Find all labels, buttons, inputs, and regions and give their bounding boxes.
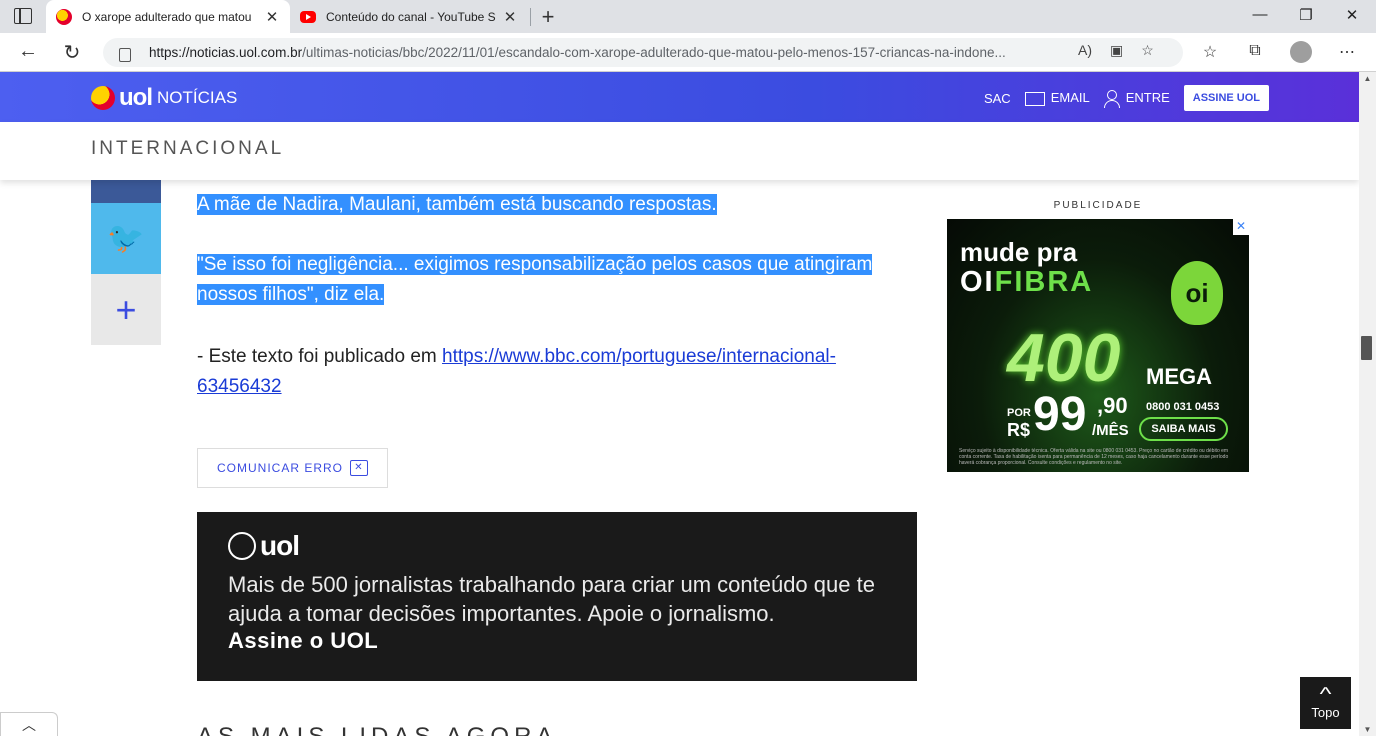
login-label: ENTRE xyxy=(1125,89,1170,105)
back-to-top-label: Topo xyxy=(1311,705,1340,720)
plus-icon: + xyxy=(115,288,137,330)
report-error-button[interactable]: COMUNICAR ERRO ✕ xyxy=(197,448,388,488)
ad-cta-button[interactable]: SAIBA MAIS xyxy=(1139,417,1228,441)
ad-headline: mude pra xyxy=(960,237,1078,267)
section-name: NOTÍCIAS xyxy=(157,88,238,107)
chevron-up-icon[interactable]: ︿ xyxy=(0,712,58,736)
tab-youtube-studio[interactable]: Conteúdo do canal - YouTube St ✕ xyxy=(290,0,528,33)
lock-icon xyxy=(119,47,131,62)
url-path: /ultimas-noticias/bbc/2022/11/01/escanda… xyxy=(302,45,1006,60)
uol-wordmark: uol xyxy=(119,84,153,111)
back-icon[interactable]: ← xyxy=(14,40,42,63)
tab-separator xyxy=(530,8,531,26)
selected-text: A mãe de Nadira, Maulani, também está bu… xyxy=(197,194,717,215)
category-bar: INTERNACIONAL xyxy=(0,122,1359,180)
uol-favicon-icon xyxy=(56,8,72,25)
header-actions: SAC EMAIL ENTRE ASSINE UOL xyxy=(984,85,1269,111)
email-label: EMAIL xyxy=(1050,90,1090,106)
uol-logo[interactable]: uol NOTÍCIAS xyxy=(91,84,237,112)
selected-text: "Se isso foi negligência... exigimos res… xyxy=(197,254,873,305)
article-paragraph: A mãe de Nadira, Maulani, também está bu… xyxy=(197,190,897,220)
tab-title: Conteúdo do canal - YouTube St xyxy=(326,9,496,24)
collections-icon[interactable]: ⧉ xyxy=(1244,42,1266,60)
report-icon: ✕ xyxy=(350,460,368,476)
tab-uol-article[interactable]: O xarope adulterado que matou ✕ xyxy=(46,0,290,33)
minimize-icon[interactable]: — xyxy=(1237,6,1283,23)
oi-logo-icon: oi xyxy=(1171,261,1223,325)
youtube-favicon-icon xyxy=(300,10,316,23)
ad-por: POR xyxy=(1007,407,1031,419)
source-prefix: - Este texto foi publicado em xyxy=(197,346,443,367)
tab-title: O xarope adulterado que matou xyxy=(82,9,252,24)
close-tab-icon[interactable]: ✕ xyxy=(502,8,518,26)
ad-mega: MEGA xyxy=(1146,364,1212,389)
uol-header: uol NOTÍCIAS SAC EMAIL ENTRE ASSINE UOL xyxy=(0,72,1359,122)
maximize-icon[interactable]: ❐ xyxy=(1283,6,1329,24)
ad-fine-print: Serviço sujeito à disponibilidade técnic… xyxy=(959,448,1229,466)
ad-brand-line: OIFIBRA xyxy=(960,266,1093,299)
sac-link[interactable]: SAC xyxy=(984,91,1011,106)
uol-subscription-banner[interactable]: uol Mais de 500 jornalistas trabalhando … xyxy=(197,512,917,681)
article-source: - Este texto foi publicado em https://ww… xyxy=(197,342,897,402)
article-paragraph: "Se isso foi negligência... exigimos res… xyxy=(197,250,897,310)
twitter-icon: 🐦 xyxy=(107,222,145,255)
ad-speed: 400 xyxy=(1007,320,1121,396)
report-error-label: COMUNICAR ERRO xyxy=(216,461,343,475)
most-read-heading: AS MAIS LIDAS AGORA xyxy=(197,723,557,736)
url-field[interactable]: https://noticias.uol.com.br/ultimas-noti… xyxy=(103,38,1183,67)
login-link[interactable]: ENTRE xyxy=(1103,89,1170,109)
ad-phone: 0800 031 0453 xyxy=(1146,401,1220,413)
uol-ball-icon xyxy=(91,86,115,110)
add-favorite-icon[interactable]: ☆ xyxy=(1141,42,1154,59)
url-host: https://noticias.uol.com.br xyxy=(149,45,303,60)
category-title[interactable]: INTERNACIONAL xyxy=(91,138,284,160)
ad-price-int: 99 xyxy=(1033,388,1087,441)
ad-close-icon[interactable]: ✕ xyxy=(1233,219,1249,235)
twitter-share-button[interactable]: 🐦 xyxy=(91,203,161,274)
address-toolbar: ← ↻ https://noticias.uol.com.br/ultimas-… xyxy=(0,33,1376,72)
ad-per-month: /MÊS xyxy=(1092,422,1129,439)
immersive-reader-icon[interactable]: ▣ xyxy=(1110,42,1123,59)
subscribe-button[interactable]: ASSINE UOL xyxy=(1183,85,1269,111)
ad-currency: R$ xyxy=(1007,420,1031,440)
close-window-icon[interactable]: ✕ xyxy=(1329,6,1375,24)
ad-brand-oi: OI xyxy=(960,266,995,298)
user-icon xyxy=(1103,90,1120,109)
page-scrollbar[interactable]: ▲ ▼ xyxy=(1359,72,1376,736)
profile-avatar[interactable] xyxy=(1290,41,1312,63)
ad-label: PUBLICIDADE xyxy=(1053,200,1143,211)
chevron-up-icon: ^ xyxy=(1319,684,1332,704)
email-icon xyxy=(1024,91,1045,106)
back-to-top-button[interactable]: ^ Topo xyxy=(1300,677,1351,729)
favorites-icon[interactable]: ☆ xyxy=(1199,42,1221,62)
refresh-icon[interactable]: ↻ xyxy=(58,40,86,65)
url-actions: A) ▣ ☆ xyxy=(1078,42,1154,59)
uol-circle-icon xyxy=(228,532,256,560)
new-tab-icon[interactable]: + xyxy=(537,4,559,30)
scroll-up-icon[interactable]: ▲ xyxy=(1359,74,1376,83)
scrollbar-thumb[interactable] xyxy=(1361,336,1372,360)
browser-tab-bar: O xarope adulterado que matou ✕ Conteúdo… xyxy=(0,0,1376,33)
promo-wordmark: uol xyxy=(260,530,300,561)
more-menu-icon[interactable]: ⋯ xyxy=(1336,42,1358,62)
scroll-down-icon[interactable]: ▼ xyxy=(1359,725,1376,734)
tab-actions-icon[interactable] xyxy=(14,8,32,24)
web-page: uol NOTÍCIAS SAC EMAIL ENTRE ASSINE UOL … xyxy=(0,72,1359,736)
oi-fibra-ad[interactable]: ✕ mude pra OIFIBRA oi 400 MEGA POR R$ 99… xyxy=(947,219,1249,472)
more-share-button[interactable]: + xyxy=(91,274,161,345)
promo-text: Mais de 500 jornalistas trabalhando para… xyxy=(228,572,875,626)
ad-price-dec: ,90 xyxy=(1097,393,1128,418)
read-aloud-icon[interactable]: A) xyxy=(1078,42,1092,59)
ad-brand-fibra: FIBRA xyxy=(994,266,1094,298)
close-tab-icon[interactable]: ✕ xyxy=(264,8,280,26)
email-link[interactable]: EMAIL xyxy=(1024,90,1090,106)
promo-logo: uol xyxy=(228,530,886,562)
promo-cta[interactable]: Assine o UOL xyxy=(228,628,886,654)
